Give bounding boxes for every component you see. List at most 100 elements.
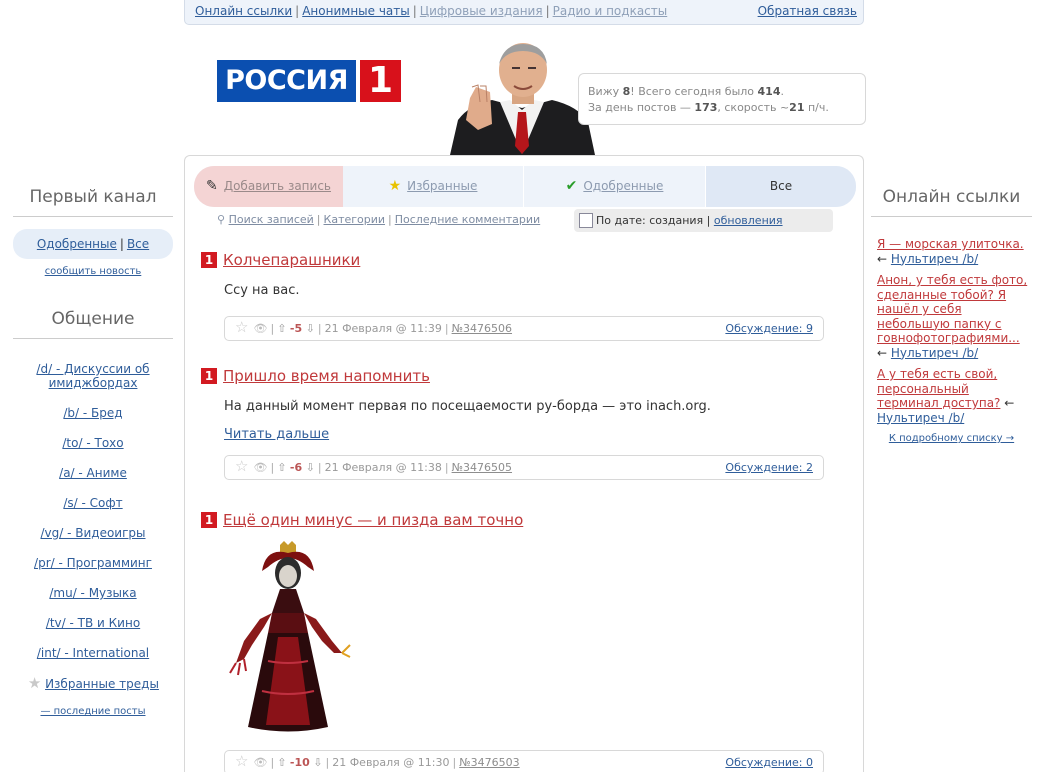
vote-down-icon[interactable]: ⇩ bbox=[313, 756, 322, 769]
online-link-item: Я — морская улиточка. ← Нультиреч /b/ bbox=[877, 237, 1024, 266]
last-comments-link[interactable]: Последние комментарии bbox=[395, 213, 540, 226]
stats-box: Вижу 8! Всего сегодня было 414. За день … bbox=[578, 73, 866, 125]
online-link-board[interactable]: Нультиреч /b/ bbox=[891, 346, 978, 360]
stats-line-posts: За день постов — 173, скорость ~21 п/ч. bbox=[588, 101, 829, 114]
eye-icon[interactable]: 👁 bbox=[254, 461, 268, 474]
site-logo[interactable]: РОССИЯ 1 bbox=[217, 60, 401, 102]
board-s[interactable]: /s/ - Софт bbox=[63, 496, 122, 510]
search-icon: ⚲ bbox=[217, 213, 226, 226]
sub-nav: ⚲ Поиск записей | Категории | Последние комм… bbox=[217, 213, 541, 226]
board-vg[interactable]: /vg/ - Видеоигры bbox=[40, 526, 145, 540]
full-list-link[interactable]: К подробному списку → bbox=[889, 433, 1014, 444]
star-icon: ★ bbox=[388, 178, 402, 194]
discussion-link[interactable]: Обсуждение: 2 bbox=[725, 456, 813, 479]
main-content: ✎ Добавить запись ★ Избранные ✔ Одобренные … bbox=[184, 155, 864, 772]
filter-approved[interactable]: Одобренные bbox=[37, 237, 117, 251]
online-link[interactable]: А у тебя есть свой, персональный термина… bbox=[877, 367, 1000, 410]
post-meta: ☆ 👁 | ⇧ -5 ⇩ | 21 Февраля @ 11:39 | №3476506 О… bbox=[224, 316, 824, 341]
board-list: /d/ - Дискуссии об имиджбордах /b/ - Бре… bbox=[13, 362, 173, 706]
board-b[interactable]: /b/ - Бред bbox=[63, 406, 122, 420]
post-date: 21 Февраля @ 11:39 bbox=[324, 322, 442, 335]
sort-by-created: По дате: создания bbox=[596, 214, 704, 227]
search-posts-link[interactable]: Поиск записей bbox=[229, 213, 314, 226]
post-body: На данный момент первая по посещаемости … bbox=[224, 399, 711, 414]
board-d[interactable]: /d/ - Дискуссии об имиджбордах bbox=[36, 362, 149, 390]
post-rating: -10 bbox=[289, 756, 310, 769]
board-int[interactable]: /int/ - International bbox=[37, 646, 149, 660]
nav-digital-editions[interactable]: Цифровые издания bbox=[420, 4, 543, 18]
channel-filter: Одобренные | Все bbox=[13, 229, 173, 259]
nav-radio-podcasts[interactable]: Радио и подкасты bbox=[553, 4, 668, 18]
star-icon: ★ bbox=[27, 674, 42, 692]
vote-up-icon[interactable]: ⇧ bbox=[277, 461, 286, 474]
eye-icon[interactable]: 👁 bbox=[254, 756, 268, 769]
read-more-link[interactable]: Читать дальше bbox=[224, 427, 329, 442]
board-tv[interactable]: /tv/ - ТВ и Кино bbox=[46, 616, 140, 630]
online-links-list: Я — морская улиточка. ← Нультиреч /b/ Ан… bbox=[871, 237, 1032, 425]
online-link[interactable]: Я — морская улиточка. bbox=[877, 237, 1024, 251]
tab-favorites[interactable]: ★ Избранные bbox=[343, 166, 524, 207]
sort-selector: По дате: создания | обновления bbox=[574, 209, 833, 232]
discussion-link[interactable]: Обсуждение: 0 bbox=[725, 751, 813, 772]
report-news-link[interactable]: сообщить новость bbox=[45, 266, 142, 277]
tab-all[interactable]: Все bbox=[706, 166, 856, 207]
vote-down-icon[interactable]: ⇩ bbox=[306, 461, 315, 474]
nav-anon-chats[interactable]: Анонимные чаты bbox=[302, 4, 410, 18]
last-posts-link[interactable]: — последние посты bbox=[40, 706, 145, 717]
post-item: 1 Колчепарашники Ссу на вас. ☆ 👁 | ⇧ -5 ⇩ | 2… bbox=[201, 251, 827, 341]
pencil-icon: ✎ bbox=[205, 178, 218, 194]
board-a[interactable]: /a/ - Аниме bbox=[59, 466, 127, 480]
online-links-title: Онлайн ссылки bbox=[871, 187, 1032, 217]
online-link[interactable]: Анон, у тебя есть фото, сделанные тобой?… bbox=[877, 273, 1027, 345]
post-date: 21 Февраля @ 11:38 bbox=[324, 461, 442, 474]
document-icon bbox=[579, 213, 593, 228]
post-image[interactable] bbox=[224, 541, 354, 736]
favorite-star-icon[interactable]: ☆ bbox=[235, 754, 250, 769]
top-nav: Онлайн ссылки | Анонимные чаты | Цифровые из… bbox=[184, 0, 864, 25]
board-pr[interactable]: /pr/ - Программинг bbox=[34, 556, 152, 570]
post-meta: ☆ 👁 | ⇧ -6 ⇩ | 21 Февраля @ 11:38 | №3476505 О… bbox=[224, 455, 824, 480]
eye-icon[interactable]: 👁 bbox=[254, 322, 268, 335]
nav-online-links[interactable]: Онлайн ссылки bbox=[195, 4, 292, 18]
post-id-link[interactable]: №3476503 bbox=[459, 756, 519, 769]
tab-approved[interactable]: ✔ Одобренные bbox=[524, 166, 706, 207]
left-sidebar: Первый канал Одобренные | Все сообщить нов… bbox=[13, 155, 173, 717]
post-meta: ☆ 👁 | ⇧ -10 ⇩ | 21 Февраля @ 11:30 | №3476503 … bbox=[224, 750, 824, 772]
post-item: 1 Ещё один минус — и пизда вам точно ☆ 👁 |… bbox=[201, 511, 827, 772]
post-rating: -6 bbox=[289, 461, 303, 474]
tab-add-post[interactable]: ✎ Добавить запись bbox=[194, 166, 343, 207]
channel-one-icon: 1 bbox=[201, 512, 217, 528]
favorite-star-icon[interactable]: ☆ bbox=[235, 459, 250, 474]
post-title[interactable]: Ещё один минус — и пизда вам точно bbox=[223, 511, 523, 529]
post-id-link[interactable]: №3476506 bbox=[452, 322, 512, 335]
right-sidebar: Онлайн ссылки Я — морская улиточка. ← Ну… bbox=[871, 155, 1032, 444]
stats-line-visitors: Вижу 8! Всего сегодня было 414. bbox=[588, 85, 784, 98]
post-title[interactable]: Колчепарашники bbox=[223, 251, 360, 269]
channel-one-icon: 1 bbox=[201, 368, 217, 384]
vote-up-icon[interactable]: ⇧ bbox=[277, 756, 286, 769]
online-link-board[interactable]: Нультиреч /b/ bbox=[877, 411, 964, 425]
post-body: Ссу на вас. bbox=[224, 283, 300, 298]
filter-all[interactable]: Все bbox=[127, 237, 149, 251]
checkmark-icon: ✔ bbox=[565, 178, 578, 194]
channel-title: Первый канал bbox=[13, 187, 173, 217]
vote-down-icon[interactable]: ⇩ bbox=[306, 322, 315, 335]
discussion-link[interactable]: Обсуждение: 9 bbox=[725, 317, 813, 340]
online-link-item: Анон, у тебя есть фото, сделанные тобой?… bbox=[877, 273, 1028, 360]
board-mu[interactable]: /mu/ - Музыка bbox=[49, 586, 136, 600]
favorite-star-icon[interactable]: ☆ bbox=[235, 320, 250, 335]
feedback-link[interactable]: Обратная связь bbox=[758, 0, 857, 23]
post-title[interactable]: Пришло время напомнить bbox=[223, 367, 430, 385]
channel-one-icon: 1 bbox=[201, 252, 217, 268]
presenter-image bbox=[450, 42, 595, 155]
categories-link[interactable]: Категории bbox=[324, 213, 386, 226]
online-link-board[interactable]: Нультиреч /b/ bbox=[891, 252, 978, 266]
post-date: 21 Февраля @ 11:30 bbox=[332, 756, 450, 769]
board-to[interactable]: /to/ - Тохо bbox=[62, 436, 123, 450]
favorite-threads-link[interactable]: Избранные треды bbox=[45, 677, 159, 691]
tab-bar: ✎ Добавить запись ★ Избранные ✔ Одобренные … bbox=[194, 166, 856, 207]
post-rating: -5 bbox=[289, 322, 303, 335]
post-id-link[interactable]: №3476505 bbox=[452, 461, 512, 474]
vote-up-icon[interactable]: ⇧ bbox=[277, 322, 286, 335]
sort-by-updated[interactable]: обновления bbox=[714, 214, 783, 227]
